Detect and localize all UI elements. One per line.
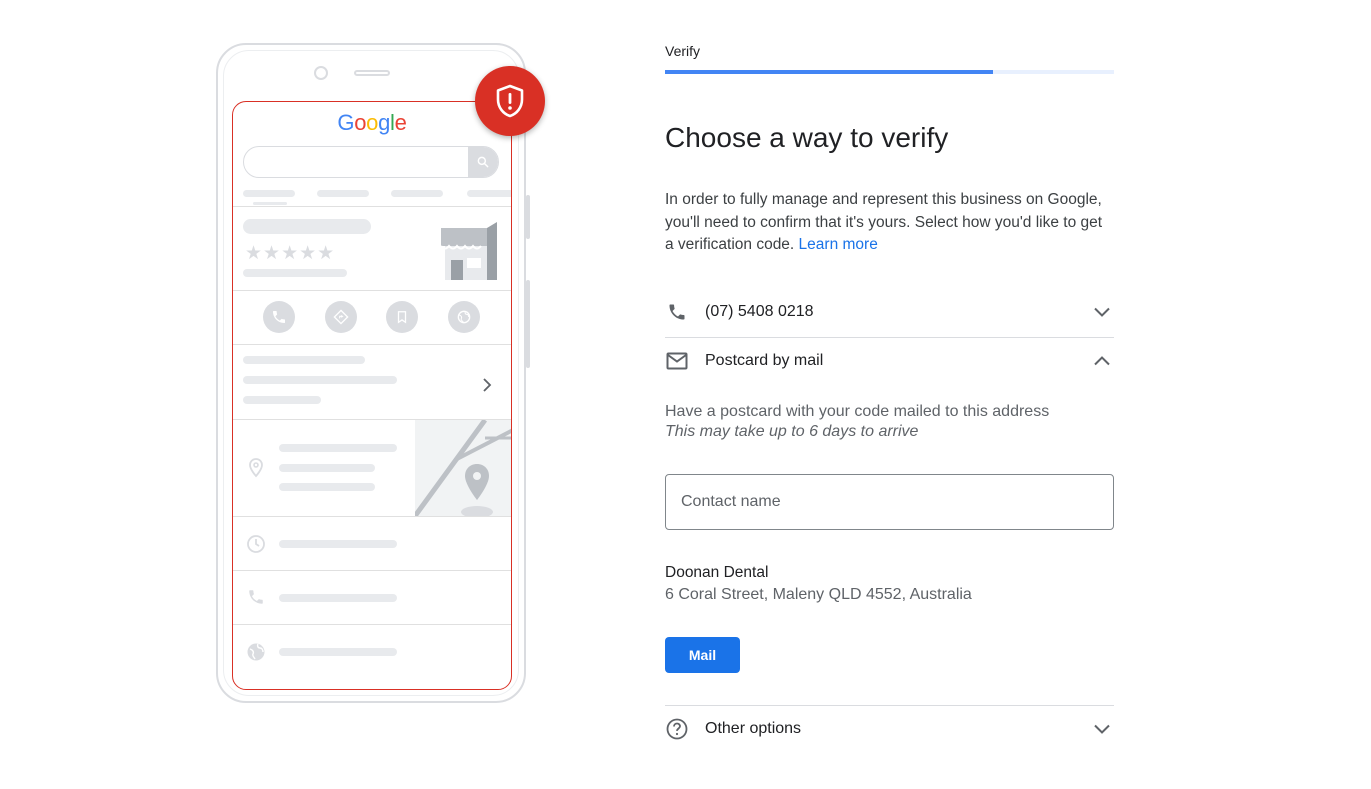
- globe-icon: [246, 642, 266, 667]
- directions-icon: [325, 301, 357, 333]
- progress-fill: [665, 70, 993, 74]
- option-postcard-label: Postcard by mail: [705, 352, 824, 369]
- step-label: Verify: [665, 43, 701, 59]
- divider: [233, 290, 511, 291]
- divider: [233, 624, 511, 625]
- logo-letter: G: [337, 110, 355, 135]
- placeholder-bar: [279, 444, 397, 452]
- page-title: Choose a way to verify: [665, 122, 949, 153]
- placeholder-bar: [279, 648, 397, 656]
- phone-illustration: Google ★★★★★: [216, 43, 530, 703]
- phone-icon: [665, 300, 689, 324]
- option-postcard[interactable]: Postcard by mail: [665, 337, 1114, 385]
- business-address: 6 Coral Street, Maleny QLD 4552, Austral…: [665, 586, 972, 603]
- rating-stars: ★★★★★: [245, 242, 336, 264]
- phone-icon: [247, 588, 265, 611]
- storefront-icon: [437, 222, 499, 287]
- divider: [233, 570, 511, 571]
- chevron-up-icon[interactable]: [1090, 349, 1114, 373]
- option-other[interactable]: Other options: [665, 705, 1114, 753]
- logo-letter: e: [394, 110, 407, 135]
- postcard-description: Have a postcard with your code mailed to…: [665, 402, 1049, 442]
- location-pin-icon: [248, 458, 264, 483]
- option-other-label: Other options: [705, 720, 802, 737]
- option-phone-label: (07) 5408 0218: [705, 303, 814, 320]
- placeholder-bar: [243, 190, 295, 197]
- placeholder-bar: [279, 594, 397, 602]
- divider: [233, 516, 511, 517]
- google-logo: Google: [233, 110, 511, 136]
- mini-map: [415, 420, 511, 516]
- chevron-down-icon[interactable]: [1090, 717, 1114, 741]
- placeholder-bar: [243, 269, 347, 277]
- phone-speaker: [354, 70, 390, 76]
- intro-text: In order to fully manage and represent t…: [665, 189, 1114, 257]
- learn-more-link[interactable]: Learn more: [799, 236, 878, 253]
- mail-button[interactable]: Mail: [665, 637, 740, 673]
- clock-icon: [246, 534, 266, 559]
- placeholder-bar: [317, 190, 369, 197]
- logo-letter: o: [366, 110, 379, 135]
- phone-side-button: [526, 195, 530, 239]
- postcard-description-text: Have a postcard with your code mailed to…: [665, 403, 1050, 420]
- phone-camera: [314, 66, 328, 80]
- shield-alert-icon: [475, 66, 545, 136]
- search-icon: [468, 147, 498, 177]
- business-name: Doonan Dental: [665, 564, 769, 581]
- placeholder-bar: [279, 540, 397, 548]
- bookmark-icon: [386, 301, 418, 333]
- help-circle-icon: [665, 717, 689, 741]
- chevron-down-icon[interactable]: [1090, 300, 1114, 324]
- globe-icon: [448, 301, 480, 333]
- progress-bar: [665, 70, 1114, 74]
- placeholder-bar: [243, 376, 397, 384]
- mail-icon: [665, 349, 689, 373]
- placeholder-bar: [467, 190, 511, 197]
- placeholder-bar: [253, 202, 287, 205]
- postcard-delivery-note: This may take up to 6 days to arrive: [665, 423, 919, 440]
- divider: [233, 344, 511, 345]
- placeholder-bar: [279, 464, 375, 472]
- logo-letter: o: [354, 110, 367, 135]
- phone-screen: Google ★★★★★: [232, 101, 512, 690]
- option-phone[interactable]: (07) 5408 0218: [665, 288, 1114, 336]
- mock-search-bar: [243, 146, 499, 178]
- placeholder-bar: [243, 396, 321, 404]
- phone-icon: [263, 301, 295, 333]
- placeholder-bar: [391, 190, 443, 197]
- chevron-right-icon: [482, 378, 492, 397]
- logo-letter: g: [378, 110, 391, 135]
- placeholder-bar: [243, 356, 365, 364]
- placeholder-bar: [279, 483, 375, 491]
- contact-name-field[interactable]: [665, 474, 1114, 530]
- divider: [233, 206, 511, 207]
- phone-side-button: [526, 280, 530, 368]
- intro-body: In order to fully manage and represent t…: [665, 191, 1103, 253]
- placeholder-bar: [243, 219, 371, 234]
